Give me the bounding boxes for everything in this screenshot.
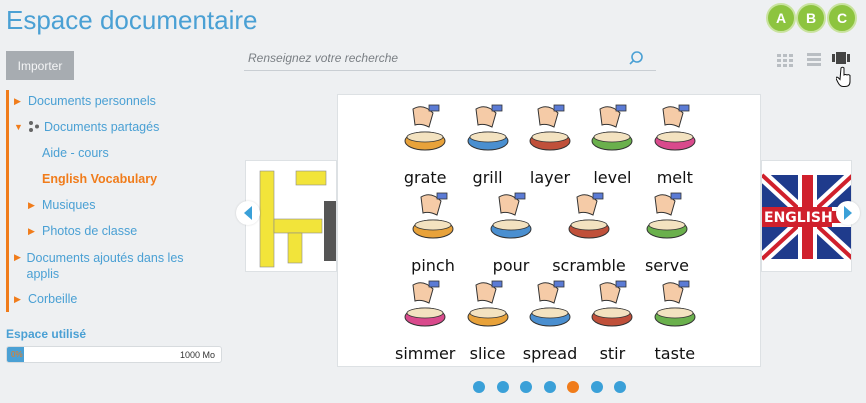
storage-label: Espace utilisé — [6, 327, 87, 341]
cooking-illustration-icon — [404, 104, 446, 151]
vocab-word: pinch — [411, 256, 455, 275]
vocab-item: level — [581, 101, 643, 187]
sidebar-item-label: Aide - cours — [42, 146, 109, 160]
cooking-illustration-icon — [591, 104, 633, 151]
sidebar-item-corbeille[interactable]: ▶ Corbeille — [14, 292, 77, 307]
cooking-illustration-icon — [646, 192, 688, 239]
storage-progress-bar: 0% 1000 Mo — [6, 346, 222, 363]
vocab-item: taste — [644, 277, 706, 363]
search-bar — [244, 47, 656, 71]
vocab-item: grate — [394, 101, 456, 187]
sidebar-item-english-vocabulary[interactable]: English Vocabulary — [42, 172, 157, 186]
caret-right-icon: ▶ — [28, 200, 35, 210]
chevron-right-icon — [844, 206, 852, 220]
cooking-illustration-icon — [568, 192, 610, 239]
carousel-dot[interactable] — [567, 381, 579, 393]
vocab-item: layer — [519, 101, 581, 187]
view-badge-b: B — [796, 3, 826, 33]
vocab-item: scramble — [552, 189, 626, 275]
view-badge-a: A — [766, 3, 796, 33]
carousel-dot[interactable] — [590, 381, 603, 393]
caret-down-icon: ▼ — [14, 122, 23, 132]
sidebar-item-label: Corbeille — [28, 292, 78, 306]
sidebar-item-label: Musiques — [42, 198, 96, 212]
vocab-word: melt — [656, 168, 693, 187]
cooking-illustration-icon — [467, 280, 509, 327]
share-icon — [29, 121, 39, 132]
cooking-illustration-icon — [654, 104, 696, 151]
page-title: Espace documentaire — [6, 5, 258, 35]
view-mode-switcher: A B C — [760, 0, 866, 90]
sidebar-item-label: Documents personnels — [28, 94, 156, 108]
carousel-prev-button[interactable] — [236, 201, 260, 225]
cooking-illustration-icon — [529, 104, 571, 151]
caret-right-icon: ▶ — [14, 294, 21, 304]
carousel-dot[interactable] — [496, 381, 509, 393]
vocab-item: serve — [636, 189, 698, 275]
vocabulary-image: grate grill layer level melt pinch pour scrambl… — [394, 101, 706, 363]
cooking-illustration-icon — [591, 280, 633, 327]
vocab-word: scramble — [552, 256, 626, 275]
carousel-dot[interactable] — [520, 381, 532, 393]
caret-right-icon: ▶ — [14, 96, 21, 106]
cooking-illustration-icon — [404, 280, 446, 327]
vocab-word: pour — [492, 256, 530, 275]
vocab-item: slice — [457, 277, 519, 363]
carousel-next-button[interactable] — [836, 201, 860, 225]
vocab-item: pinch — [402, 189, 464, 275]
storage-total: 1000 Mo — [179, 350, 215, 360]
storage-used-text: 0% — [11, 350, 23, 359]
search-icon[interactable] — [628, 50, 644, 66]
vocab-word: taste — [654, 344, 696, 363]
vocab-item: pour — [480, 189, 542, 275]
sidebar-item-label: Documents ajoutés dans les applis — [26, 251, 184, 281]
vocab-word: serve — [644, 256, 690, 275]
vocab-item: stir — [581, 277, 643, 363]
cooking-illustration-icon — [490, 192, 532, 239]
hand-cursor-icon — [836, 66, 851, 87]
sidebar-item-documents-applis[interactable]: ▶ Documents ajoutés dans les applis — [14, 250, 199, 282]
vocab-item: simmer — [394, 277, 456, 363]
sidebar-item-aide-cours[interactable]: Aide - cours — [42, 146, 109, 160]
vocab-item: spread — [519, 277, 581, 363]
crossword-thumbnail — [246, 161, 336, 271]
sidebar-item-musiques[interactable]: ▶ Musiques — [28, 198, 96, 213]
view-badge-c: C — [827, 3, 857, 33]
carousel-pagination — [473, 381, 626, 393]
sidebar-item-documents-partages[interactable]: ▼ Documents partagés — [14, 120, 159, 135]
list-icon[interactable] — [804, 49, 824, 69]
carousel-dot[interactable] — [614, 381, 626, 393]
cooking-illustration-icon — [529, 280, 571, 327]
caret-right-icon: ▶ — [14, 252, 21, 262]
carousel-dot[interactable] — [473, 381, 485, 393]
search-input[interactable] — [244, 47, 624, 69]
folder-tree: ▶ Documents personnels ▼ Documents parta… — [6, 90, 221, 312]
import-button[interactable]: Importer — [6, 51, 74, 80]
chevron-left-icon — [244, 206, 252, 220]
sidebar-item-label: Documents partagés — [44, 120, 160, 134]
vocab-item: grill — [457, 101, 519, 187]
sidebar-item-label: English Vocabulary — [42, 172, 158, 186]
sidebar-item-documents-personnels[interactable]: ▶ Documents personnels — [14, 94, 156, 109]
caret-right-icon: ▶ — [28, 226, 35, 236]
cooking-illustration-icon — [467, 104, 509, 151]
carousel-dot[interactable] — [543, 381, 556, 393]
sidebar-item-label: Photos de classe — [42, 224, 138, 238]
cooking-illustration-icon — [654, 280, 696, 327]
grid-small-icon[interactable] — [775, 50, 795, 70]
vocab-item: melt — [644, 101, 706, 187]
sidebar-item-photos-de-classe[interactable]: ▶ Photos de classe — [28, 224, 137, 239]
english-label: ENGLISH — [764, 210, 833, 226]
carousel-current-slide[interactable]: grate grill layer level melt pinch pour scrambl… — [337, 94, 761, 367]
cooking-illustration-icon — [412, 192, 454, 239]
